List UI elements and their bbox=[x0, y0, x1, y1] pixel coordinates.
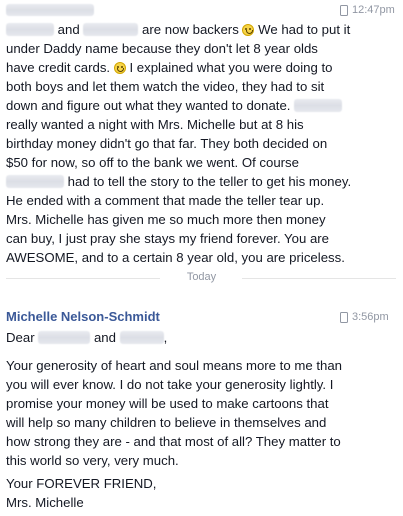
redacted-name bbox=[6, 23, 54, 36]
redacted-name bbox=[38, 331, 91, 344]
message-line: this world so very, very much. bbox=[6, 453, 179, 468]
message-1-timestamp: 12:47pm bbox=[340, 4, 395, 16]
mobile-icon bbox=[340, 4, 348, 16]
greeting-line: Dear and , bbox=[6, 330, 168, 345]
mobile-icon bbox=[340, 311, 348, 323]
divider-line bbox=[242, 278, 396, 279]
message-line: can buy, I just pray she stays my friend… bbox=[6, 231, 330, 246]
smiley-emoji-icon bbox=[113, 62, 126, 74]
redacted-name bbox=[119, 331, 164, 344]
message-line: you will ever know. I do not take your g… bbox=[6, 377, 334, 392]
message-line: Mrs. Michelle has given me so much more … bbox=[6, 212, 326, 227]
message-line: down and figure out what they wanted to … bbox=[6, 96, 398, 115]
message-line: Mrs. Michelle bbox=[6, 495, 84, 510]
day-divider-label: Today bbox=[186, 271, 217, 283]
day-divider: Today bbox=[0, 270, 403, 286]
smiley-emoji-icon bbox=[242, 24, 255, 36]
sender-name[interactable]: Michelle Nelson-Schmidt bbox=[6, 309, 160, 324]
message-line: how strong they are - and that most of a… bbox=[6, 434, 341, 449]
message-line: AWESOME, and to a certain 8 year old, yo… bbox=[6, 250, 345, 265]
redacted-name bbox=[294, 99, 343, 112]
message-line: Your FOREVER FRIEND, bbox=[6, 476, 157, 491]
message-line: under Daddy name because they don't let … bbox=[6, 41, 318, 56]
message-line: have credit cards. I explained what you … bbox=[6, 60, 333, 75]
message-line: really wanted a night with Mrs. Michelle… bbox=[6, 117, 304, 132]
message-line: had to tell the story to the teller to g… bbox=[6, 172, 398, 191]
message-2-timestamp: 3:56pm bbox=[340, 311, 389, 323]
message-signoff: Your FOREVER FRIEND, Mrs. Michelle bbox=[6, 474, 398, 512]
redacted-name bbox=[6, 175, 64, 188]
message-line: will help so many children to believe in… bbox=[6, 415, 327, 430]
message-line: promise your money will be used to make … bbox=[6, 396, 329, 411]
message-line: both boys and let them watch the video, … bbox=[6, 79, 325, 94]
redacted-name bbox=[83, 23, 139, 36]
sender-name-redacted bbox=[6, 4, 94, 16]
message-line: Your generosity of heart and soul means … bbox=[6, 358, 342, 373]
message-line: birthday money didn't go that far. They … bbox=[6, 136, 328, 151]
message-line: He ended with a comment that made the te… bbox=[6, 193, 325, 208]
message-line: and are now backers We had to put it bbox=[6, 20, 398, 39]
message-line: $50 for now, so off to the bank we went.… bbox=[6, 155, 299, 170]
message-body: Your generosity of heart and soul means … bbox=[6, 356, 398, 470]
